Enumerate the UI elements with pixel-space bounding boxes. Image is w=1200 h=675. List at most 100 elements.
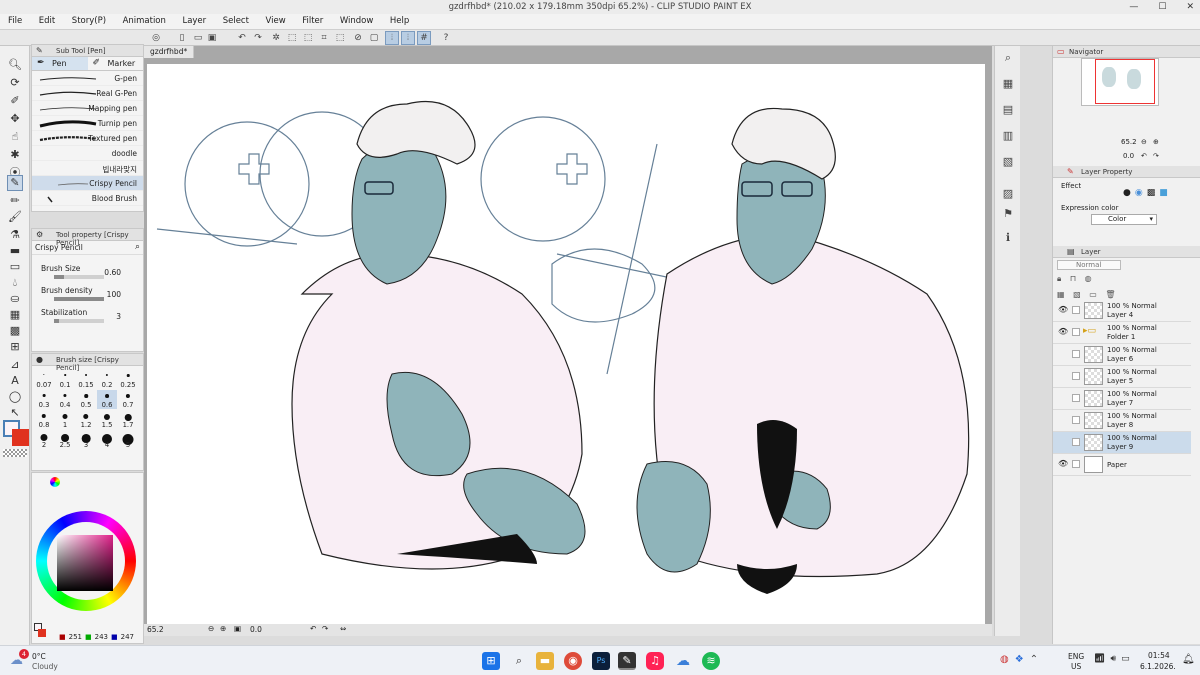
balloon-tool-icon[interactable]: ◯ [8, 390, 22, 404]
brush-item-doodle[interactable]: doodle [32, 146, 143, 161]
brush-size-option[interactable]: 5 [118, 430, 138, 449]
eraser-tool-icon[interactable]: ▭ [8, 260, 22, 274]
pen-tool-icon[interactable]: ✎ [7, 175, 23, 191]
brush-size-option[interactable]: 0.7 [118, 390, 138, 409]
brush-item-korean[interactable]: 빕내라맞지 [32, 161, 143, 176]
blend-mode-select[interactable]: Normal [1057, 260, 1121, 270]
brush-item-turnip-pen[interactable]: Turnip pen [32, 116, 143, 131]
brush-size-option[interactable]: 0.15 [76, 370, 96, 389]
layer-folder-row[interactable]: 👁︎ ▸▭ 100 % Normal Folder 1 [1053, 322, 1191, 344]
zoom-tool-icon[interactable]: 🔍︎ [8, 58, 22, 72]
color-wheel-tab-icon[interactable] [50, 477, 60, 487]
brush-item-mapping-pen[interactable]: Mapping pen [32, 101, 143, 116]
lock-icon[interactable]: 🔒︎ [1057, 274, 1061, 283]
brush-item-textured-pen[interactable]: Textured pen [32, 131, 143, 146]
brush-size-slider[interactable] [54, 275, 104, 279]
transform-icon[interactable]: ⬚ [286, 32, 298, 44]
brush-size-option[interactable]: 2.5 [55, 430, 75, 449]
blend-tool-icon[interactable]: 💧︎ [8, 276, 22, 290]
effect-layer-color-icon[interactable]: ■ [1159, 188, 1168, 198]
clear-icon[interactable]: ✲ [270, 32, 282, 44]
brush-item-g-pen[interactable]: G-pen [32, 71, 143, 86]
menu-story[interactable]: Story(P) [64, 14, 112, 26]
layer-row[interactable]: 100 % Normal Layer 8 [1053, 410, 1191, 432]
brush-item-crispy-pencil[interactable]: Crispy Pencil [32, 176, 143, 191]
crop-icon[interactable]: ⌗ [318, 32, 330, 44]
figure-tool-icon[interactable]: ▩ [8, 324, 22, 338]
brush-size-option[interactable]: 0.3 [34, 390, 54, 409]
effect-border-icon[interactable]: ● [1123, 188, 1131, 198]
nav-rotate-right-icon[interactable]: ↷ [1153, 152, 1159, 160]
new-raster-layer-icon[interactable]: ▦ [1057, 290, 1065, 299]
expression-color-select[interactable]: Color ▾ [1091, 214, 1157, 225]
tray-chevron-icon[interactable]: ⌃ [1030, 654, 1038, 665]
layer-row[interactable]: 👁︎ Paper [1053, 454, 1191, 476]
menu-select[interactable]: Select [215, 14, 255, 26]
material-icon[interactable]: ▦ [1000, 76, 1016, 92]
tray-status[interactable]: 📶︎ 🔊︎ ▭ [1094, 654, 1130, 664]
folder-icon[interactable]: ▸▭ [1083, 326, 1096, 336]
redo-icon[interactable]: ↷ [252, 32, 264, 44]
menu-filter[interactable]: Filter [294, 14, 329, 26]
input-language[interactable]: ENG [1068, 652, 1084, 661]
fill-bucket-icon[interactable]: ⛀ [8, 292, 22, 306]
start-icon[interactable]: ⊞ [482, 652, 500, 670]
photoshop-icon[interactable]: Ps [592, 652, 610, 670]
input-region[interactable]: US [1071, 662, 1081, 671]
deselect-icon[interactable]: ⬚ [302, 32, 314, 44]
clip-studio-taskbar-icon[interactable]: ✎ [618, 652, 636, 670]
frame-tool-icon[interactable]: ⊞ [8, 340, 22, 354]
stabilization-row[interactable]: Stabilization 3 [32, 307, 143, 329]
effect-tone-icon[interactable]: ▩ [1147, 188, 1156, 198]
menu-view[interactable]: View [257, 14, 291, 26]
brush-density-slider[interactable] [54, 297, 104, 301]
menu-file[interactable]: File [0, 14, 28, 26]
notification-bell-icon[interactable]: 🔔︎ [1182, 654, 1195, 665]
rotate-left-icon[interactable]: ↶ [310, 624, 316, 633]
brush-size-option[interactable]: 0.8 [34, 410, 54, 429]
zoom-in-icon[interactable]: ⊕ [220, 624, 226, 633]
new-folder-icon[interactable]: ▭ [1089, 290, 1097, 299]
chrome-icon[interactable]: ◉ [564, 652, 582, 670]
weather-widget[interactable]: ☁ 4 0°C Cloudy [10, 649, 70, 673]
rotate-right-icon[interactable]: ↷ [322, 624, 328, 633]
tab-pen[interactable]: ✒ Pen [32, 57, 88, 70]
zoom-value[interactable]: 65.2 [147, 625, 164, 634]
sub-view-icon[interactable]: ▥ [1000, 128, 1016, 144]
tab-marker[interactable]: ✐ Marker [88, 57, 144, 70]
fit-icon[interactable]: ▣ [234, 624, 241, 633]
flip-icon[interactable]: ⇔ [340, 624, 346, 633]
layer-lock-checkbox[interactable] [1072, 438, 1080, 446]
new-file-icon[interactable]: ▯ [176, 32, 188, 44]
tray-dropbox-icon[interactable]: ❖ [1015, 654, 1024, 665]
brush-item-real-g-pen[interactable]: Real G-Pen [32, 86, 143, 101]
transparent-color-swatch[interactable] [3, 449, 27, 457]
pencil-tool-icon[interactable]: ✏ [8, 194, 22, 208]
clip-studio-icon[interactable]: ◎ [150, 32, 162, 44]
stabilization-slider[interactable] [54, 319, 104, 323]
move-tool-icon[interactable]: ✥ [8, 112, 22, 126]
eyedropper-tool-icon[interactable]: ✐ [8, 94, 22, 108]
menu-help[interactable]: Help [382, 14, 415, 26]
brush-size-option[interactable]: 4 [97, 430, 117, 449]
layer-lock-checkbox[interactable] [1072, 328, 1080, 336]
layer-lock-checkbox[interactable] [1072, 306, 1080, 314]
hand-tool-icon[interactable]: ☝ [8, 130, 22, 144]
layer-row[interactable]: 100 % Normal Layer 6 [1053, 344, 1191, 366]
search-icon[interactable]: ⌕ [135, 242, 140, 252]
menu-layer[interactable]: Layer [174, 14, 212, 26]
stabilization-value[interactable]: 3 [116, 312, 121, 321]
nav-zoom-in-icon[interactable]: ⊕ [1153, 138, 1159, 146]
brush-size-option[interactable]: 0.5 [76, 390, 96, 409]
ruler-tool-icon[interactable]: ⊿ [8, 358, 22, 372]
layer-lock-checkbox[interactable] [1072, 394, 1080, 402]
sub-color-swatch[interactable] [12, 429, 29, 446]
search-icon[interactable]: ⌕ [510, 652, 528, 670]
layer-row[interactable]: 100 % Normal Layer 5 [1053, 366, 1191, 388]
navigator-rotation-value[interactable]: 0.0 [1123, 152, 1134, 160]
document-tab[interactable]: gzdrfhbd* [144, 46, 195, 58]
effect-watercolor-icon[interactable]: ◉ [1135, 188, 1143, 198]
snap-grid-icon[interactable]: # [417, 31, 431, 45]
rotation-value[interactable]: 0.0 [250, 625, 262, 634]
file-explorer-icon[interactable]: ▬ [536, 652, 554, 670]
